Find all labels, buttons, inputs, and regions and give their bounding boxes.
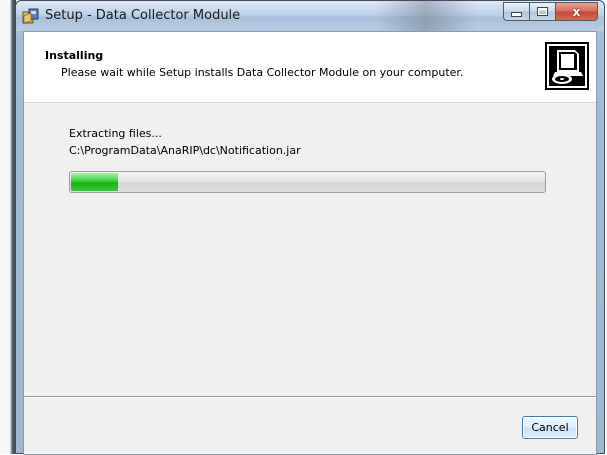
- page-title: Installing: [45, 49, 104, 62]
- caption-buttons: x: [503, 2, 598, 21]
- maximize-button[interactable]: [529, 2, 555, 21]
- current-file-label: C:\ProgramData\AnaRIP\dc\Notification.ja…: [69, 144, 301, 157]
- window-title: Setup - Data Collector Module: [45, 8, 241, 23]
- computer-disc-icon: [545, 42, 589, 90]
- desktop-background: [0, 0, 16, 454]
- title-bar[interactable]: Setup - Data Collector Module x: [16, 1, 604, 31]
- progress-fill: [71, 173, 118, 191]
- wizard-client-area: Installing Please wait while Setup insta…: [23, 31, 597, 455]
- wizard-body: Extracting files... C:\ProgramData\AnaRI…: [24, 103, 596, 396]
- minimize-button[interactable]: [503, 2, 529, 21]
- setup-box-icon: [22, 8, 39, 24]
- install-progress-bar: [69, 171, 546, 193]
- maximize-icon: [537, 7, 548, 16]
- close-icon: x: [572, 4, 581, 19]
- minimize-icon: [511, 12, 522, 17]
- status-label: Extracting files...: [69, 127, 162, 140]
- setup-window: Setup - Data Collector Module x Installi…: [15, 0, 605, 455]
- page-subtitle: Please wait while Setup installs Data Co…: [61, 66, 464, 79]
- wizard-header: Installing Please wait while Setup insta…: [24, 32, 596, 103]
- footer-divider: [24, 396, 596, 398]
- close-button[interactable]: x: [555, 2, 598, 21]
- cancel-button[interactable]: Cancel: [522, 416, 578, 439]
